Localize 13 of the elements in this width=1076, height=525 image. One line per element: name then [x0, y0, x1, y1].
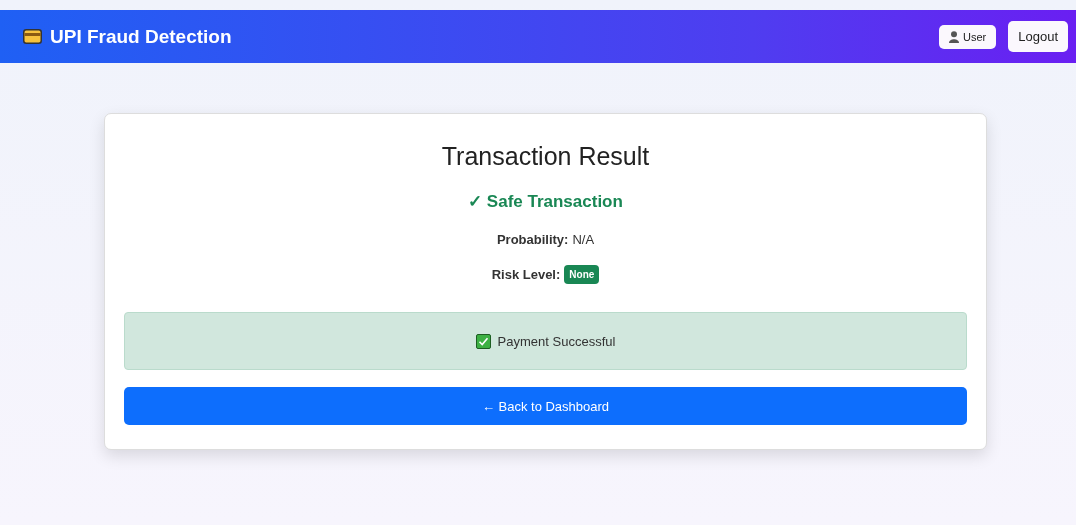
user-button[interactable]: User: [939, 24, 997, 49]
user-icon: [949, 30, 959, 43]
risk-badge: None: [564, 265, 600, 284]
probability-text: Probability: N/A: [496, 232, 595, 247]
logout-button[interactable]: Logout: [1008, 21, 1068, 52]
credit-card-icon: [23, 29, 42, 44]
alert-message: Payment Successful: [497, 333, 616, 349]
brand-title[interactable]: UPI Fraud Detection: [50, 25, 232, 48]
risk-level-label: Risk Level:: [491, 267, 561, 282]
checkbox-checked-icon: [475, 333, 491, 349]
result-status: ✓ Safe Transaction: [468, 191, 623, 212]
card-title: Transaction Result: [441, 142, 650, 171]
back-to-dashboard-button[interactable]: ← Back to Dashboard: [124, 387, 967, 425]
